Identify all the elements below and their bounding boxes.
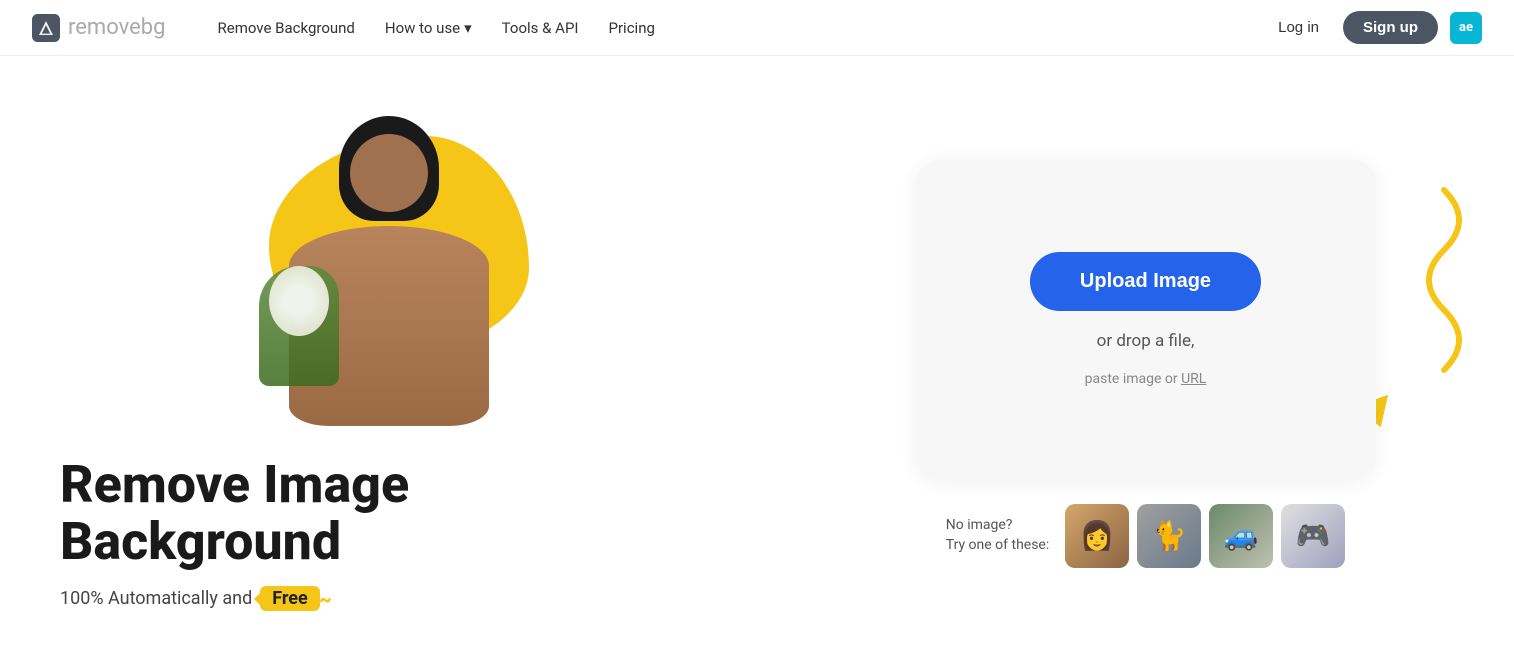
sample-thumb-4[interactable]: 🎮	[1281, 504, 1345, 568]
sample-thumb-1-icon: 👩	[1080, 519, 1115, 552]
hero-heading: Remove Image Background	[60, 456, 717, 570]
free-badge: Free	[260, 586, 320, 611]
squiggle-decoration	[1364, 180, 1484, 400]
sample-thumbs: 👩 🐈 🚙 🎮	[1065, 504, 1345, 568]
upload-card: Upload Image or drop a file, paste image…	[916, 160, 1376, 480]
logo-icon	[32, 14, 60, 42]
nav-links: Remove Background How to use ▾ Tools & A…	[206, 13, 1267, 43]
nav-right: Log in Sign up ae	[1266, 11, 1482, 44]
figure-face	[350, 134, 428, 212]
chevron-down-icon: ▾	[464, 19, 472, 37]
url-link[interactable]: URL	[1181, 371, 1206, 387]
signup-button[interactable]: Sign up	[1343, 11, 1438, 44]
logo[interactable]: removebg	[32, 14, 166, 42]
sample-thumb-2-icon: 🐈	[1152, 519, 1187, 552]
avatar[interactable]: ae	[1450, 12, 1482, 44]
paste-text: paste image or URL	[1085, 371, 1207, 387]
sample-thumb-3-icon: 🚙	[1224, 519, 1259, 552]
nav-link-tools-api[interactable]: Tools & API	[490, 13, 591, 43]
hero-section: Remove Image Background 100% Automatical…	[0, 76, 777, 651]
sample-thumb-1[interactable]: 👩	[1065, 504, 1129, 568]
drop-text: or drop a file,	[1097, 331, 1195, 351]
navbar: removebg Remove Background How to use ▾ …	[0, 0, 1514, 56]
main-content: Remove Image Background 100% Automatical…	[0, 56, 1514, 671]
upload-section: Upload Image or drop a file, paste image…	[777, 120, 1514, 608]
figure-flowers	[259, 266, 339, 386]
nav-link-remove-background[interactable]: Remove Background	[206, 13, 367, 43]
login-button[interactable]: Log in	[1266, 13, 1331, 42]
logo-text: removebg	[68, 15, 166, 40]
nav-link-how-to-use[interactable]: How to use ▾	[373, 13, 484, 43]
samples-label: No image? Try one of these:	[946, 516, 1050, 555]
sample-thumb-3[interactable]: 🚙	[1209, 504, 1273, 568]
hero-subtext: 100% Automatically and Free	[60, 586, 717, 611]
sample-thumb-4-icon: 🎮	[1296, 519, 1331, 552]
hero-image-wrapper	[219, 116, 559, 426]
upload-button[interactable]: Upload Image	[1030, 252, 1261, 311]
samples-row: No image? Try one of these: 👩 🐈 🚙 🎮	[946, 504, 1346, 568]
sample-thumb-2[interactable]: 🐈	[1137, 504, 1201, 568]
nav-link-pricing[interactable]: Pricing	[597, 13, 667, 43]
hero-figure	[249, 116, 529, 426]
